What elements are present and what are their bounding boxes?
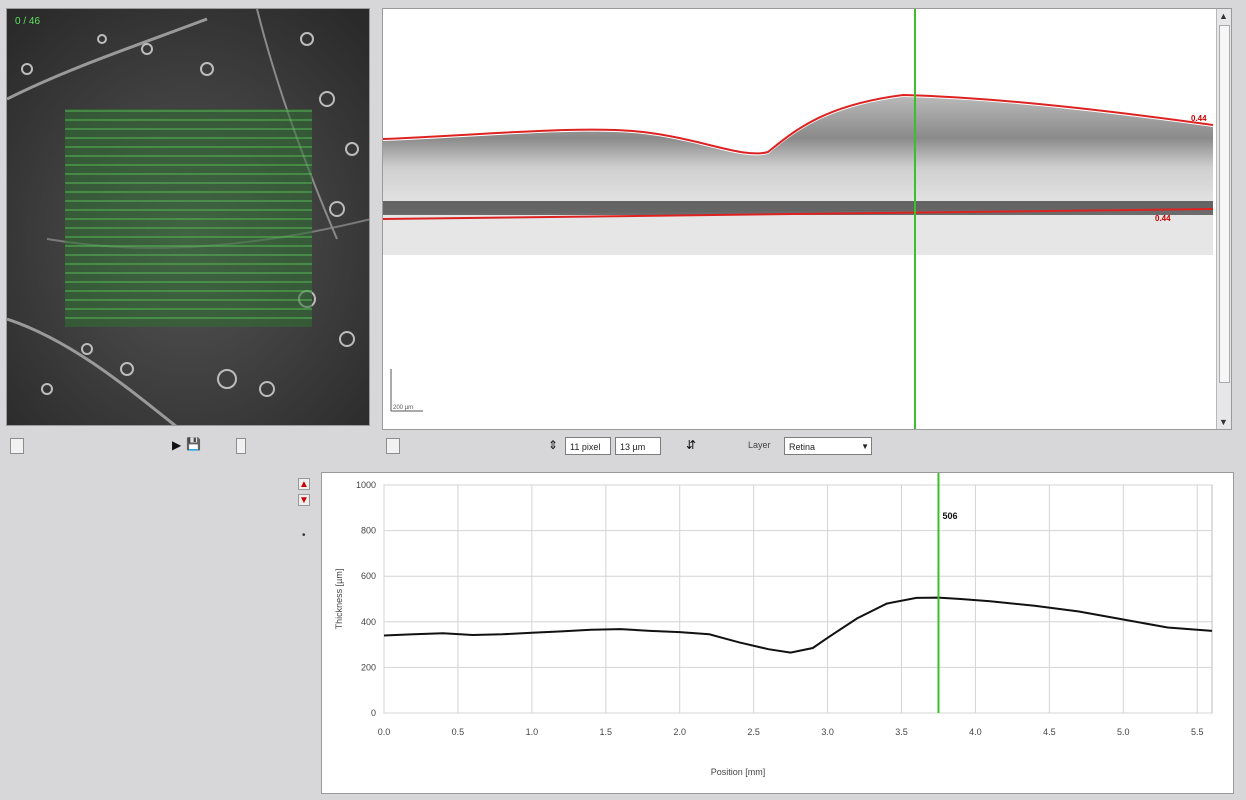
options-dot-icon[interactable]: • xyxy=(302,530,306,541)
y-tick-label: 400 xyxy=(361,617,376,627)
oct-scale-label: 200 µm xyxy=(393,405,413,411)
increase-button[interactable]: ▲ xyxy=(298,478,310,490)
x-tick-label: 4.0 xyxy=(969,727,982,737)
x-tick-label: 3.5 xyxy=(895,727,908,737)
y-tick-label: 0 xyxy=(371,708,376,718)
cursor-value-label: 506 xyxy=(942,511,957,521)
oct-bscan-image[interactable]: 0.44 0.44 200 µm xyxy=(383,9,1219,430)
resize-vertical-icon[interactable]: ⇕ xyxy=(548,438,558,452)
x-tick-label: 5.0 xyxy=(1117,727,1130,737)
micron-size-box[interactable]: 13 µm xyxy=(615,437,661,455)
x-axis-ticks: 0.0 0.5 1.0 1.5 2.0 2.5 3.0 3.5 4.0 4.5 5.0 5.5 xyxy=(378,727,1204,737)
pixel-size-box[interactable]: 11 pixel xyxy=(565,437,611,455)
decrease-button[interactable]: ▼ xyxy=(298,494,310,506)
y-axis-label: Thickness [µm] xyxy=(334,569,344,630)
layer-select[interactable]: Retina ▼ xyxy=(784,437,872,455)
x-tick-label: 4.5 xyxy=(1043,727,1056,737)
x-tick-label: 0.5 xyxy=(452,727,465,737)
x-tick-label: 3.0 xyxy=(821,727,834,737)
thickness-chart[interactable]: 0 200 400 600 800 1000 0.0 0.5 1.0 1.5 2.0 2.5 3.0 3… xyxy=(322,473,1233,793)
x-tick-label: 5.5 xyxy=(1191,727,1204,737)
scroll-up-arrow-icon[interactable]: ▲ xyxy=(1219,11,1228,21)
oct-scrollbar[interactable]: ▲ ▼ xyxy=(1216,9,1231,429)
fundus-page-icon[interactable] xyxy=(10,438,24,454)
play-icon[interactable]: ▶ xyxy=(172,438,181,452)
x-tick-label: 2.0 xyxy=(673,727,686,737)
fundus-side-icon[interactable] xyxy=(236,438,246,454)
fundus-image-panel[interactable]: 0 / 46 xyxy=(6,8,370,426)
chart-grid xyxy=(383,484,1213,714)
scroll-thumb[interactable] xyxy=(1219,25,1230,383)
scroll-down-arrow-icon[interactable]: ▼ xyxy=(1219,417,1228,427)
layer-tool-icon[interactable]: ⇵ xyxy=(686,438,696,452)
x-axis-label: Position [mm] xyxy=(711,767,766,777)
chevron-down-icon: ▼ xyxy=(861,442,869,451)
x-tick-label: 0.0 xyxy=(378,727,391,737)
y-tick-label: 200 xyxy=(361,662,376,672)
x-tick-label: 2.5 xyxy=(747,727,760,737)
y-tick-label: 800 xyxy=(361,526,376,536)
oct-marker-right-top: 0.44 xyxy=(1191,114,1207,123)
thickness-graph-panel[interactable]: 0 200 400 600 800 1000 0.0 0.5 1.0 1.5 2.0 2.5 3.0 3… xyxy=(321,472,1234,794)
x-tick-label: 1.5 xyxy=(600,727,613,737)
y-tick-label: 1000 xyxy=(356,480,376,490)
fundus-scan-tag: 0 / 46 xyxy=(15,16,40,27)
x-tick-label: 1.0 xyxy=(526,727,539,737)
oct-page-icon[interactable] xyxy=(386,438,400,454)
layer-label: Layer xyxy=(748,440,771,450)
fundus-image[interactable]: 0 / 46 xyxy=(7,9,370,426)
thickness-series-line xyxy=(383,596,1213,654)
save-icon[interactable]: 💾 xyxy=(186,437,201,451)
layer-select-value: Retina xyxy=(789,442,816,452)
oct-bscan-panel[interactable]: 0.44 0.44 200 µm ▲ ▼ xyxy=(382,8,1232,430)
oct-marker-right-bottom: 0.44 xyxy=(1155,214,1171,223)
y-axis-ticks: 0 200 400 600 800 1000 xyxy=(356,480,376,718)
y-tick-label: 600 xyxy=(361,571,376,581)
plot-area xyxy=(383,484,1213,714)
